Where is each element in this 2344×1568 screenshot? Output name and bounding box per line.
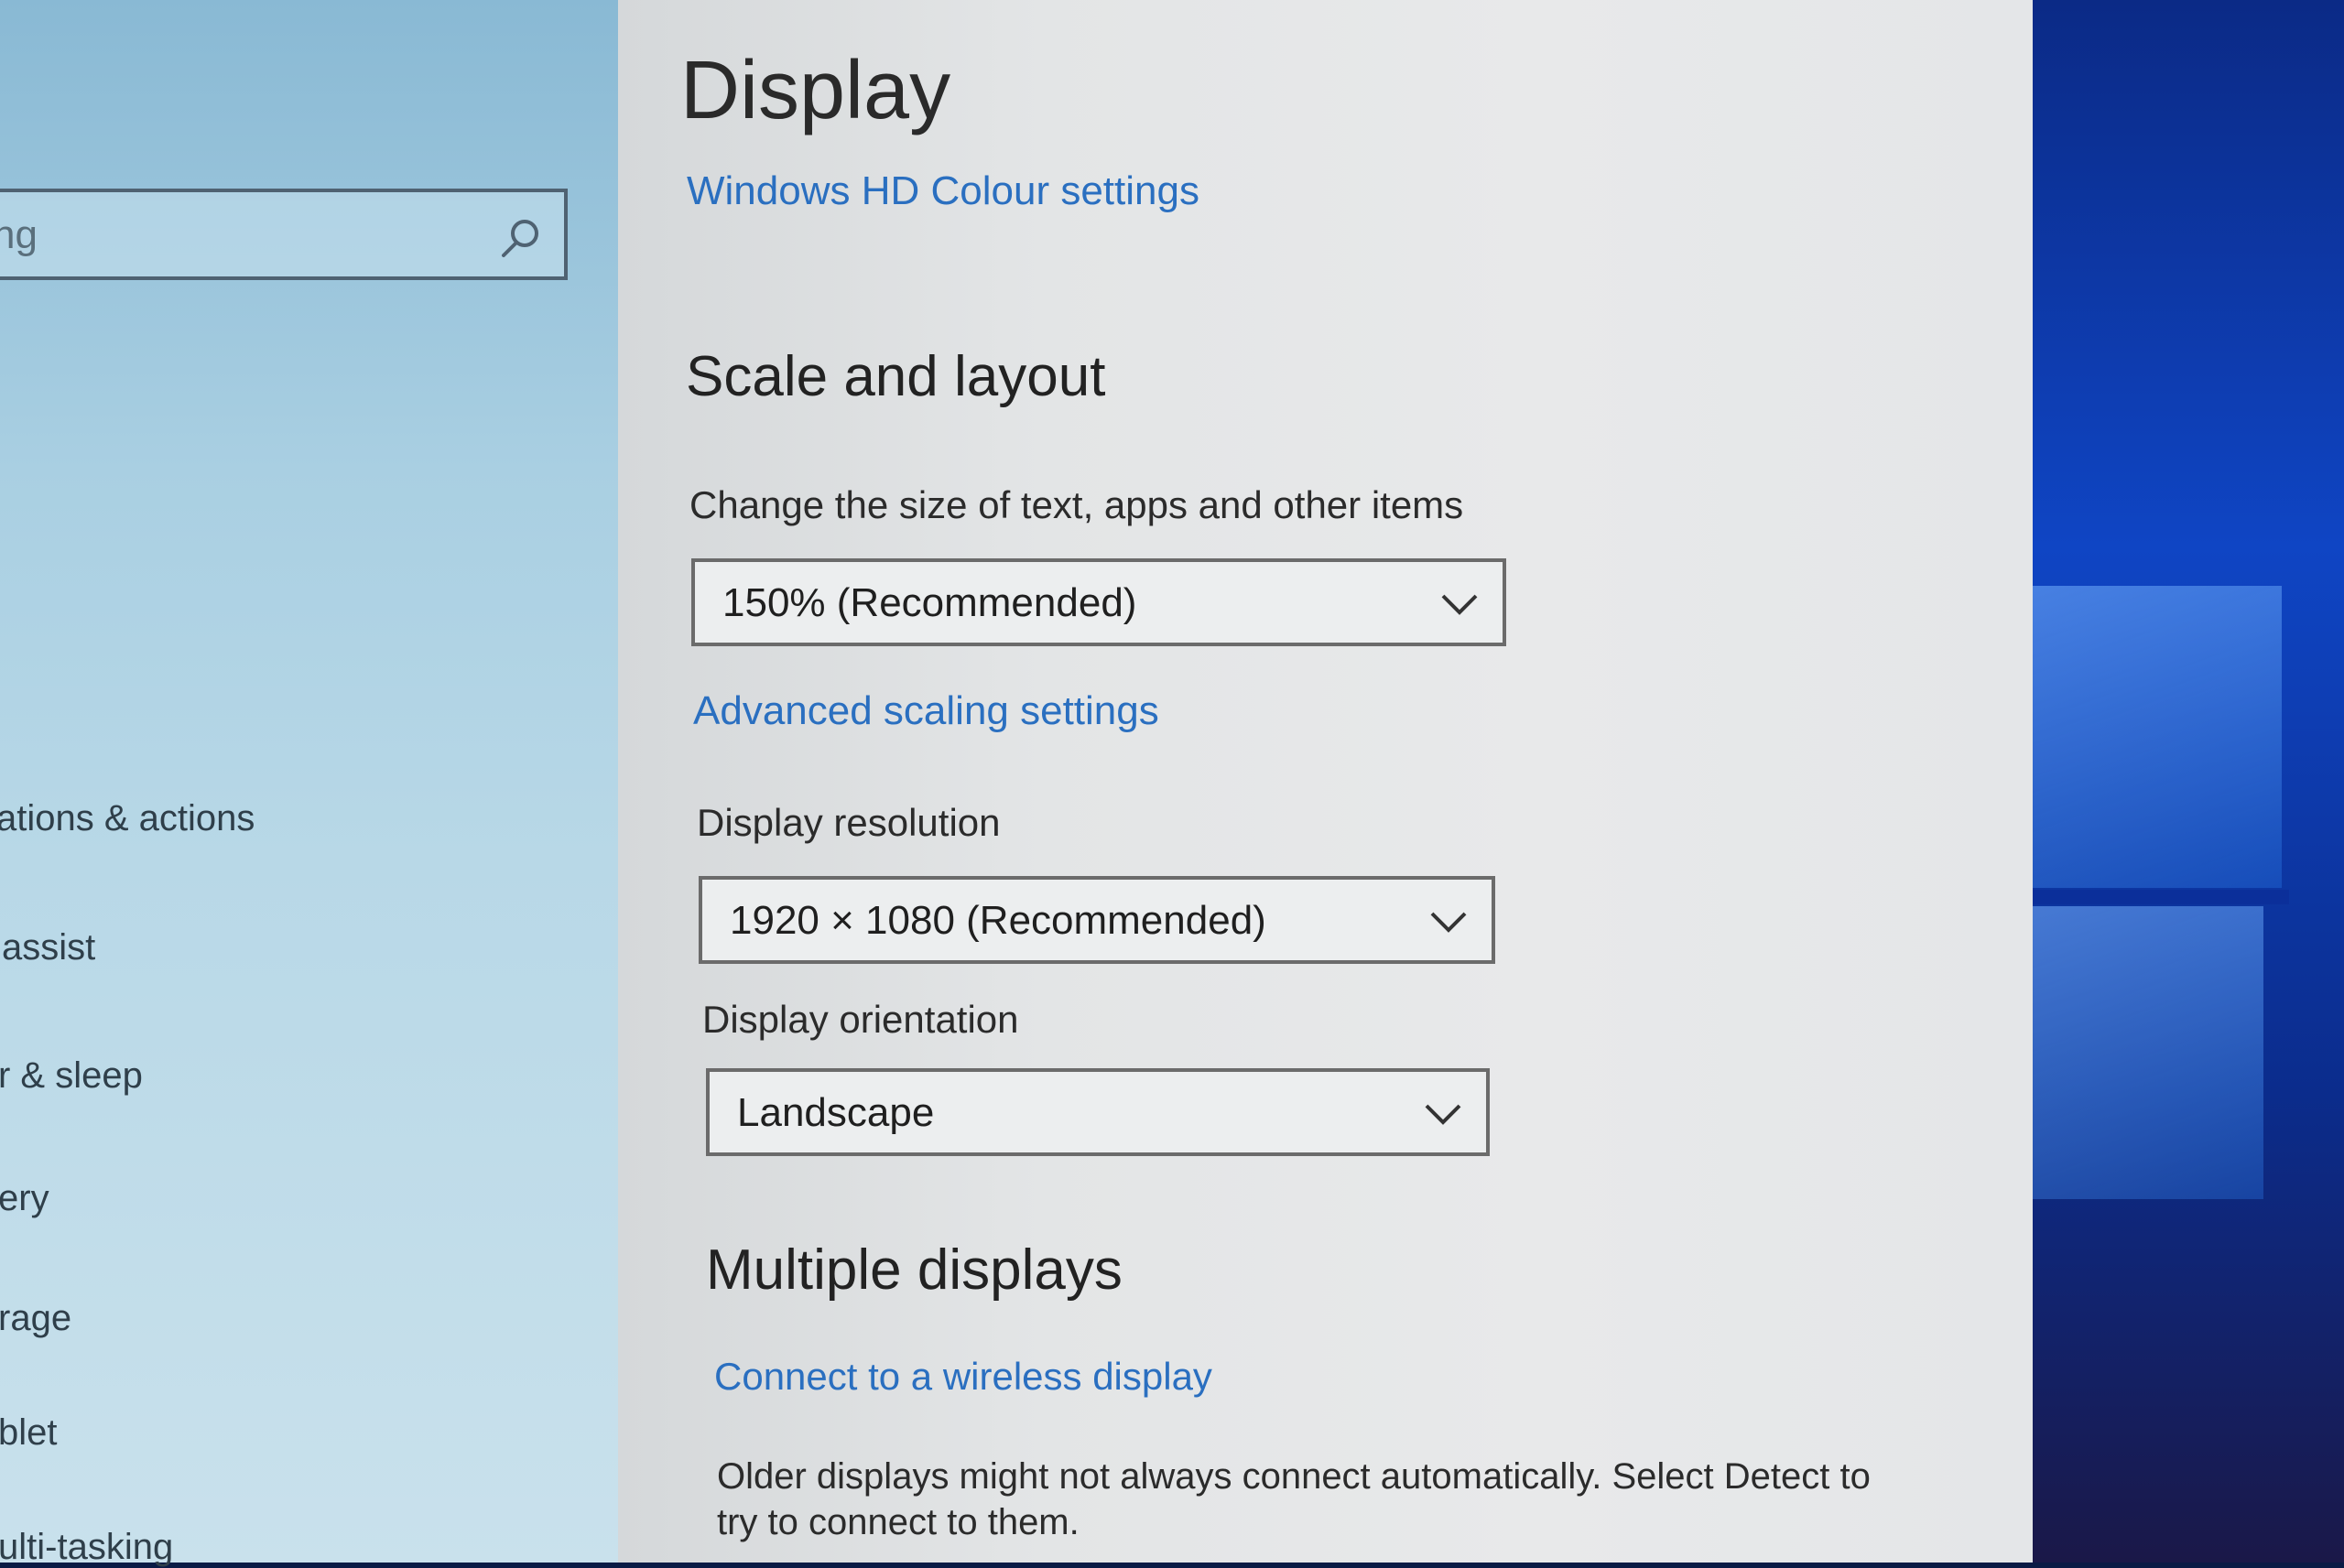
sidebar-item-battery[interactable]: ery xyxy=(0,1178,49,1219)
windows-logo-pane xyxy=(2005,906,2263,1199)
orientation-dropdown[interactable]: Landscape xyxy=(706,1068,1490,1156)
chevron-down-icon xyxy=(1441,594,1478,615)
wireless-display-link[interactable]: Connect to a wireless display xyxy=(714,1355,1212,1399)
sidebar-item-tablet[interactable]: blet xyxy=(0,1412,58,1454)
settings-sidebar: ng ations & actions assist r & sleep ery… xyxy=(0,0,632,1567)
resolution-dropdown[interactable]: 1920 × 1080 (Recommended) xyxy=(699,876,1495,964)
page-title: Display xyxy=(680,45,951,136)
search-input[interactable]: ng xyxy=(0,189,568,280)
advanced-scaling-link[interactable]: Advanced scaling settings xyxy=(693,688,1159,734)
chevron-down-icon xyxy=(1425,1104,1461,1125)
detect-info-text: Older displays might not always connect … xyxy=(717,1456,1871,1542)
sidebar-item-storage[interactable]: rage xyxy=(0,1298,71,1339)
windows-logo-divider xyxy=(2005,890,2289,904)
sidebar-item-focus-assist[interactable]: assist xyxy=(2,927,95,968)
scale-layout-heading: Scale and layout xyxy=(686,345,1106,408)
hd-colour-settings-link[interactable]: Windows HD Colour settings xyxy=(687,168,1199,214)
resolution-dropdown-value: 1920 × 1080 (Recommended) xyxy=(730,898,1266,943)
orientation-dropdown-value: Landscape xyxy=(737,1090,935,1135)
windows-logo-pane xyxy=(2005,586,2282,888)
scale-dropdown-value: 150% (Recommended) xyxy=(722,580,1137,625)
size-label: Change the size of text, apps and other … xyxy=(689,483,1464,526)
sidebar-item-notifications[interactable]: ations & actions xyxy=(0,798,255,839)
search-input-value: ng xyxy=(0,212,38,257)
orientation-label: Display orientation xyxy=(702,998,1019,1041)
multiple-displays-heading: Multiple displays xyxy=(706,1238,1123,1302)
resolution-label: Display resolution xyxy=(697,801,1001,844)
chevron-down-icon xyxy=(1430,912,1467,933)
sidebar-item-multitasking[interactable]: ulti-tasking xyxy=(0,1527,173,1568)
search-icon[interactable] xyxy=(500,216,542,258)
scale-dropdown[interactable]: 150% (Recommended) xyxy=(691,558,1506,646)
sidebar-item-power-sleep[interactable]: r & sleep xyxy=(0,1055,143,1097)
display-settings-panel: Display Windows HD Colour settings Scale… xyxy=(618,0,2033,1563)
